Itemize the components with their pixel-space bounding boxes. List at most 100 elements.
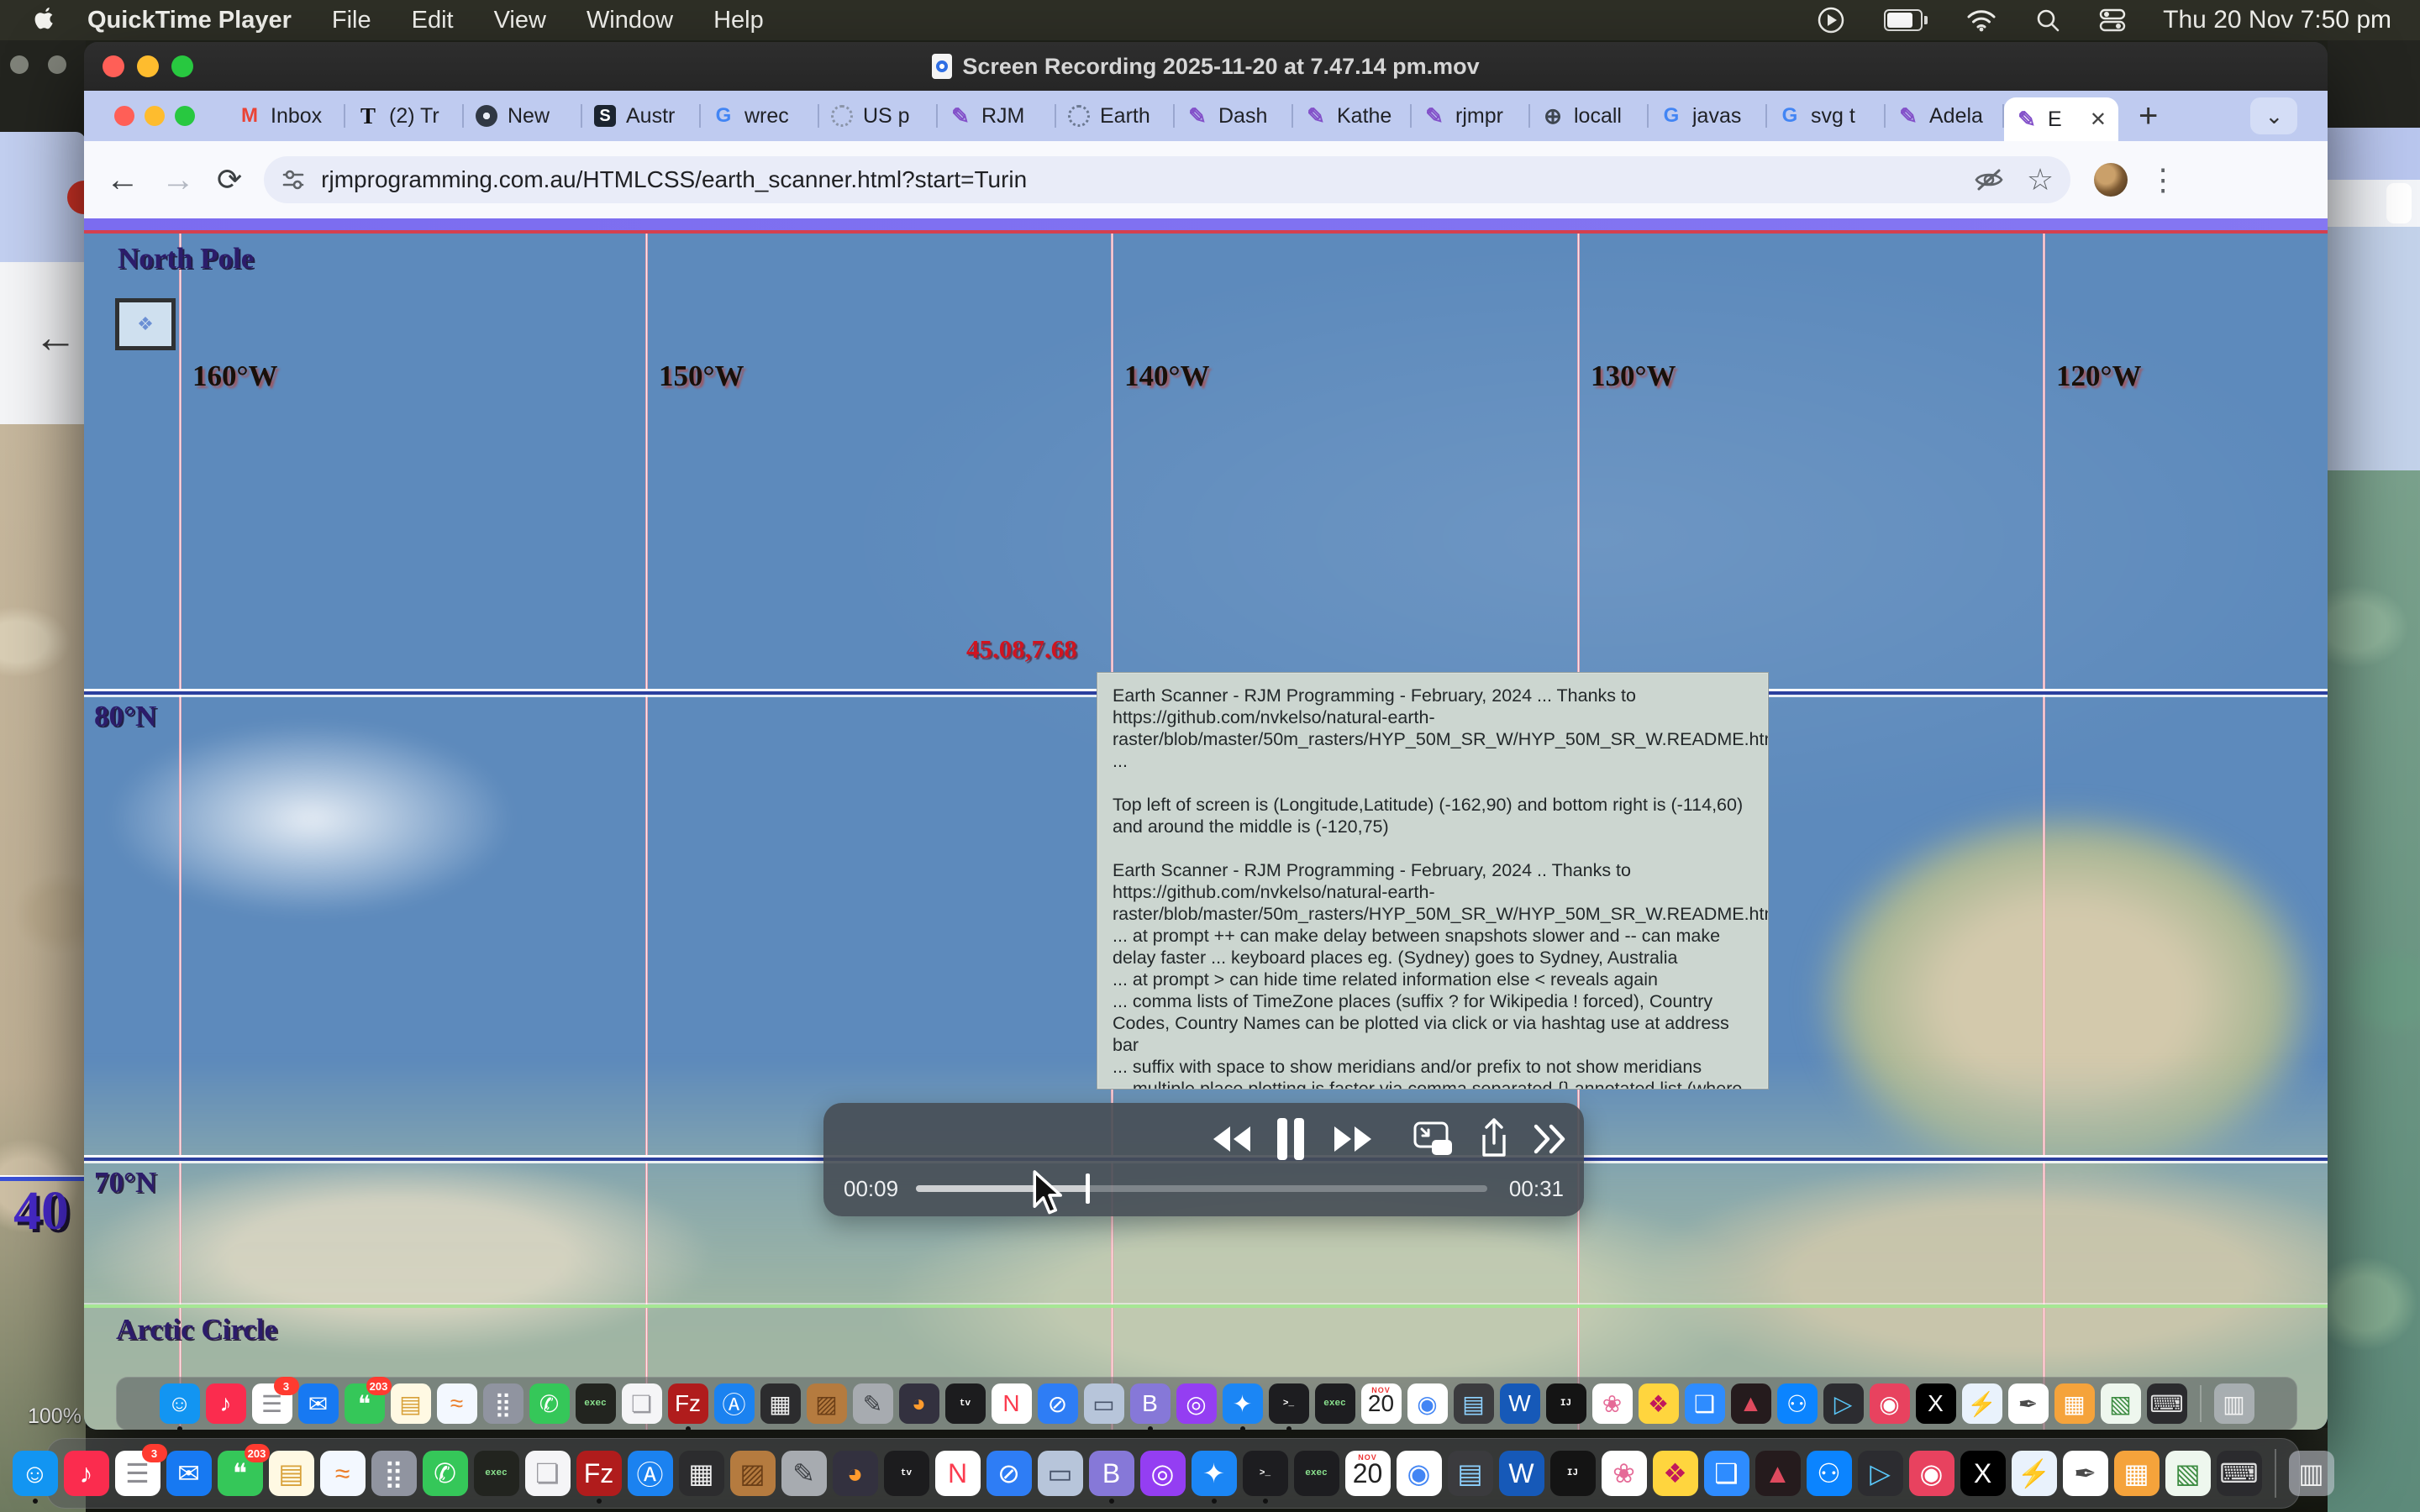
dock-icon-gimp-archive[interactable]: ▨ — [730, 1451, 776, 1496]
dock-icon-apple-tv[interactable]: tv — [945, 1383, 986, 1424]
dock-icon-terminal[interactable]: >_ — [1243, 1451, 1288, 1496]
dock-icon-trash[interactable]: ▥ — [2214, 1383, 2254, 1424]
dock-icon-filezilla[interactable]: Fz — [668, 1383, 708, 1424]
menu-item-view[interactable]: View — [494, 7, 546, 34]
earth-scanner-page[interactable]: 160°W150°W140°W130°W120°W80°N70°NArctic … — [84, 218, 2328, 1430]
dock-icon-keyboard-app[interactable]: ⌨ — [2217, 1451, 2262, 1496]
dock-icon-blocks[interactable]: ▦ — [2054, 1383, 2095, 1424]
tab-kathe[interactable]: ✎Kathe — [1293, 91, 1412, 141]
menu-item-help[interactable]: Help — [713, 7, 764, 34]
menu-item-file[interactable]: File — [332, 7, 371, 34]
tab-javas[interactable]: Gjavas — [1649, 91, 1767, 141]
picture-in-picture-button[interactable] — [1412, 1121, 1455, 1158]
dock-icon-apple-tv[interactable]: tv — [884, 1451, 929, 1496]
control-center-icon[interactable] — [2099, 8, 2126, 32]
tab-us-p[interactable]: US p — [819, 91, 938, 141]
dock-icon-parental[interactable]: ⊘ — [986, 1451, 1032, 1496]
dock-icon-ink-pen[interactable]: ✒ — [2063, 1451, 2108, 1496]
dock-icon-gimp-archive[interactable]: ▨ — [807, 1383, 847, 1424]
tab-inbox[interactable]: MInbox — [227, 91, 345, 141]
reload-button[interactable]: ⟳ — [217, 162, 242, 197]
dock-icon-sheet-green[interactable]: ▧ — [2165, 1451, 2211, 1496]
dock-icon-zoom[interactable]: ❑ — [1685, 1383, 1725, 1424]
eye-slash-icon[interactable] — [1973, 165, 2005, 194]
tab-earth[interactable]: Earth — [1056, 91, 1175, 141]
dock-icon-exec-script-2[interactable]: exec — [1294, 1451, 1339, 1496]
dock-icon-media-red[interactable]: ◉ — [1870, 1383, 1910, 1424]
dock-icon-bbedit[interactable]: B — [1130, 1383, 1171, 1424]
dock-icon-zoom[interactable]: ❑ — [1704, 1451, 1749, 1496]
dock-icon-x-app[interactable]: X — [1960, 1451, 2006, 1496]
wifi-icon[interactable] — [1966, 8, 1996, 32]
dock-icon-art-studio[interactable]: ❖ — [1653, 1451, 1698, 1496]
dock-icon-reminders[interactable]: ☰3 — [115, 1451, 160, 1496]
browser-menu-icon[interactable]: ⋮ — [2148, 162, 2178, 197]
menu-item-window[interactable]: Window — [587, 7, 673, 34]
tab-wrec[interactable]: Gwrec — [701, 91, 819, 141]
dock-icon-intellij[interactable]: IJ — [1546, 1383, 1586, 1424]
quicktime-titlebar[interactable]: Screen Recording 2025-11-20 at 7.47.14 p… — [84, 42, 2328, 91]
bookmark-star-icon[interactable]: ☆ — [2027, 162, 2054, 197]
dock-icon-podcasts[interactable]: ◎ — [1176, 1383, 1217, 1424]
dock-icon-app-store[interactable]: Ⓐ — [628, 1451, 673, 1496]
dock-icon-music[interactable]: ♪ — [64, 1451, 109, 1496]
dock-icon-intellij[interactable]: IJ — [1550, 1451, 1596, 1496]
dock-icon-exec-script[interactable]: exec — [576, 1383, 616, 1424]
dock-icon-bbedit[interactable]: B — [1089, 1451, 1134, 1496]
dock-icon-affinity[interactable]: ▲ — [1731, 1383, 1771, 1424]
play-circle-icon[interactable] — [1817, 6, 1845, 34]
dock-icon-chrome[interactable]: ◉ — [1407, 1383, 1448, 1424]
dock-icon-news[interactable]: N — [992, 1383, 1032, 1424]
menu-app-name[interactable]: QuickTime Player — [87, 7, 292, 34]
tab-new[interactable]: New — [464, 91, 582, 141]
dock-icon-textedit[interactable]: ❏ — [525, 1451, 571, 1496]
dock-icon-news[interactable]: N — [935, 1451, 981, 1496]
dock-icon-messages[interactable]: ❝203 — [345, 1383, 385, 1424]
seek-bar[interactable] — [916, 1185, 1487, 1192]
dock-icon-calculator[interactable]: ▦ — [760, 1383, 801, 1424]
dock-icon-word[interactable]: W — [1500, 1383, 1540, 1424]
dock-icon-files-dark[interactable]: ▤ — [1448, 1451, 1493, 1496]
dock-icon-gimp[interactable]: ✎ — [781, 1451, 827, 1496]
dock-icon-safari[interactable]: ✦ — [1223, 1383, 1263, 1424]
browser-zoom-button[interactable] — [175, 106, 195, 126]
tab-rjm[interactable]: ✎RJM — [938, 91, 1056, 141]
fast-forward-button[interactable] — [1333, 1125, 1375, 1153]
menu-clock[interactable]: Thu 20 Nov 7:50 pm — [2163, 6, 2391, 34]
dock-icon-freeform[interactable]: ≈ — [320, 1451, 366, 1496]
dock-icon-flash[interactable]: ⚡ — [1962, 1383, 2002, 1424]
dock-icon-blocks[interactable]: ▦ — [2114, 1451, 2160, 1496]
rewind-button[interactable] — [1210, 1125, 1252, 1153]
dock-icon-shapes[interactable]: ⚇ — [1777, 1383, 1818, 1424]
dock-icon-photos[interactable]: ❀ — [1592, 1383, 1633, 1424]
video-content[interactable]: MInboxT(2) TrNewSAustrGwrecUS p✎RJMEarth… — [84, 91, 2328, 1430]
browser-minimize-button[interactable] — [145, 106, 165, 126]
dock-icon-textedit[interactable]: ❏ — [622, 1383, 662, 1424]
site-settings-icon[interactable] — [281, 167, 306, 192]
dock-icon-notes[interactable]: ▤ — [391, 1383, 431, 1424]
dock-icon-trash[interactable]: ▥ — [2289, 1451, 2334, 1496]
tab-adela[interactable]: ✎Adela — [1886, 91, 2004, 141]
dock-icon-flash[interactable]: ⚡ — [2012, 1451, 2057, 1496]
dock-icon-photos[interactable]: ❀ — [1602, 1451, 1647, 1496]
dock-icon-preview[interactable]: ▭ — [1084, 1383, 1124, 1424]
tab-search-chevron-icon[interactable]: ⌄ — [2250, 97, 2297, 134]
dock-icon-mail[interactable]: ✉ — [166, 1451, 212, 1496]
dock-icon-media-red[interactable]: ◉ — [1909, 1451, 1954, 1496]
dock-icon-firefox[interactable]: ◕ — [899, 1383, 939, 1424]
playhead[interactable] — [1086, 1173, 1090, 1204]
dock-icon-ink-pen[interactable]: ✒ — [2008, 1383, 2049, 1424]
tab-dash[interactable]: ✎Dash — [1175, 91, 1293, 141]
dock-icon-gimp[interactable]: ✎ — [853, 1383, 893, 1424]
address-bar[interactable]: rjmprogramming.com.au/HTMLCSS/earth_scan… — [264, 156, 2070, 203]
dock-icon-files-dark[interactable]: ▤ — [1454, 1383, 1494, 1424]
dock-icon-launchpad[interactable]: ⣿ — [371, 1451, 417, 1496]
dock-icon-firefox[interactable]: ◕ — [833, 1451, 878, 1496]
tab-rjmpr[interactable]: ✎rjmpr — [1412, 91, 1530, 141]
tab-close-icon[interactable]: ✕ — [2090, 108, 2107, 132]
dock-icon-shapes[interactable]: ⚇ — [1807, 1451, 1852, 1496]
search-icon[interactable] — [2035, 8, 2060, 33]
dock-icon-reminders[interactable]: ☰3 — [252, 1383, 292, 1424]
dock-icon-calculator[interactable]: ▦ — [679, 1451, 724, 1496]
back-button[interactable]: ← — [106, 161, 139, 199]
